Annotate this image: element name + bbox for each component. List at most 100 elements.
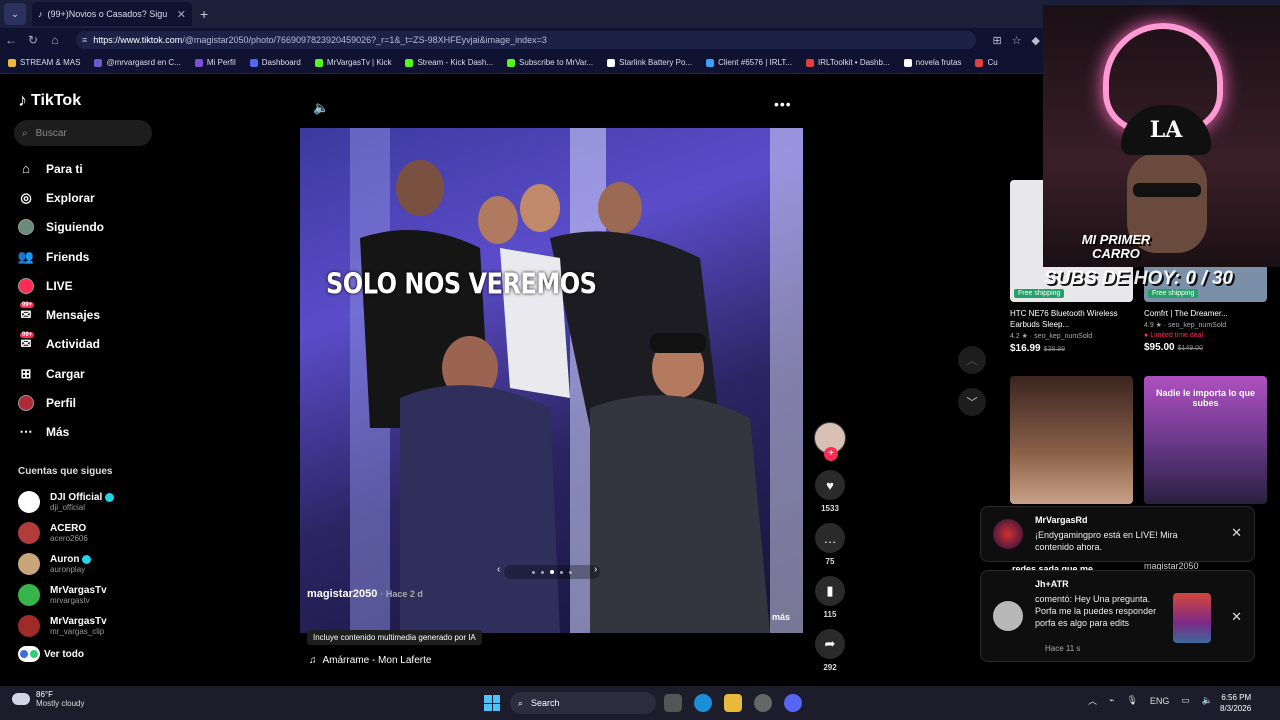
sidebar-item-live[interactable]: LIVE xyxy=(18,271,104,300)
sidebar-item-perfil[interactable]: Perfil xyxy=(18,388,104,417)
taskbar-clock[interactable]: 6:56 PM 8/3/2026 xyxy=(1220,692,1251,714)
tiktok-logo[interactable]: ♪ TikTok xyxy=(18,90,81,111)
following-account[interactable]: Auron auronplay xyxy=(18,548,114,579)
carousel-dot[interactable] xyxy=(569,570,572,574)
next-post-chevron-down-icon[interactable]: ﹀ xyxy=(958,388,986,416)
bookmark-item[interactable]: STREAM & MAS xyxy=(8,58,80,67)
mic-icon[interactable]: 🎙 xyxy=(1126,695,1137,706)
task-view-icon[interactable] xyxy=(664,694,682,712)
bookmark-favicon-icon xyxy=(706,58,715,67)
account-avatar xyxy=(18,521,40,544)
volume-icon[interactable]: 🔈 xyxy=(1202,695,1213,706)
back-icon[interactable]: ← xyxy=(0,33,22,47)
group-photo-illustration xyxy=(350,128,803,633)
tray-expand-chevron-icon[interactable]: ︿ xyxy=(1088,694,1097,707)
more-text-link[interactable]: más xyxy=(772,612,790,622)
carousel-dot[interactable] xyxy=(550,570,554,574)
bookmark-item[interactable]: IRLToolkit • Dashb... xyxy=(806,58,890,67)
like-count: 1533 xyxy=(821,504,839,513)
discord-icon[interactable] xyxy=(784,694,802,712)
favorite-star-icon[interactable]: ☆ xyxy=(1012,34,1022,47)
bookmark-icon[interactable]: ▮ xyxy=(815,576,845,606)
see-all-label: Ver todo xyxy=(44,648,85,660)
post-author[interactable]: magistar2050 · Hace 2 d xyxy=(307,588,423,600)
carousel-dot[interactable] xyxy=(541,570,544,574)
author-name[interactable]: magistar2050 xyxy=(307,588,377,600)
display-icon[interactable]: ▭ xyxy=(1181,695,1190,706)
extension-icon[interactable]: ◆ xyxy=(1032,34,1040,47)
video-thumbnail: Nadie le importa lo que subes xyxy=(1144,376,1267,504)
live-notification[interactable]: MrVargasRd ¡Endygamingpro está en LIVE! … xyxy=(980,506,1255,562)
app-available-icon[interactable]: ⊞ xyxy=(992,34,1001,47)
comment-notification[interactable]: Jh+ATR comentó: Hey Una pregunta. Porfa … xyxy=(980,570,1255,662)
carousel-prev-icon[interactable]: ‹ xyxy=(497,564,500,575)
comment-icon[interactable]: … xyxy=(815,523,845,553)
edge-browser-icon[interactable] xyxy=(694,694,712,712)
sidebar-item-siguiendo[interactable]: Siguiendo xyxy=(18,213,104,242)
bookmark-item[interactable]: Cu xyxy=(975,58,998,67)
bookmark-item[interactable]: Mi Perfil xyxy=(194,58,236,67)
share-arrow-icon[interactable]: ➦ xyxy=(815,629,845,659)
bookmark-item[interactable]: Subscribe to MrVar... xyxy=(507,58,593,67)
site-info-icon[interactable]: ≡ xyxy=(82,35,87,45)
bookmark-favicon-icon xyxy=(507,58,516,67)
like-heart-icon[interactable]: ♥ xyxy=(815,470,845,500)
new-tab-button[interactable]: + xyxy=(200,6,208,22)
sidebar-item-más[interactable]: ⋯ Más xyxy=(18,418,104,447)
sidebar-item-para-ti[interactable]: ⌂ Para ti xyxy=(18,154,104,183)
bookmark-item[interactable]: Client #6576 | IRLT... xyxy=(706,58,792,67)
post-photo[interactable]: SOLO NOS VEREMOS ‹ › más xyxy=(300,128,803,633)
video-card[interactable] xyxy=(1010,376,1133,504)
account-name: MrVargasTv xyxy=(50,615,107,627)
account-avatar xyxy=(18,490,40,513)
sidebar-item-actividad[interactable]: ✉ 99+ Actividad xyxy=(18,330,104,359)
carousel-dot[interactable] xyxy=(560,570,563,574)
weather-widget[interactable]: 86°F Mostly cloudy xyxy=(12,690,84,708)
bookmark-favicon-icon xyxy=(249,58,258,67)
home-icon[interactable]: ⌂ xyxy=(44,33,66,47)
bookmark-label: Starlink Battery Po... xyxy=(619,58,693,67)
video-card[interactable]: Nadie le importa lo que subes xyxy=(1144,376,1267,504)
follow-plus-icon[interactable]: + xyxy=(824,447,838,461)
carousel-next-icon[interactable]: › xyxy=(594,564,597,575)
post-time: · Hace 2 d xyxy=(380,589,423,599)
notification-close-icon[interactable]: ✕ xyxy=(1231,525,1242,541)
previous-post-chevron-up-icon[interactable]: ︿ xyxy=(958,346,986,374)
volume-icon[interactable]: 🔈 xyxy=(313,100,329,116)
bookmark-item[interactable]: Stream - Kick Dash... xyxy=(405,58,493,67)
sidebar-item-mensajes[interactable]: ✉ 99+ Mensajes xyxy=(18,300,104,329)
sidebar-item-cargar[interactable]: ⊞ Cargar xyxy=(18,359,104,388)
browser-tab[interactable]: ♪ (99+)Novios o Casados? Sigu ✕ xyxy=(32,2,192,26)
notification-close-icon[interactable]: ✕ xyxy=(1231,609,1242,625)
bookmark-item[interactable]: Starlink Battery Po... xyxy=(607,58,692,67)
taskbar-search[interactable]: ⌕ Search xyxy=(510,692,656,714)
file-explorer-icon[interactable] xyxy=(724,694,742,712)
sidebar-item-friends[interactable]: 👥 Friends xyxy=(18,242,104,271)
bookmark-favicon-icon xyxy=(903,58,912,67)
bookmark-item[interactable]: MrVargasTv | Kick xyxy=(314,58,391,67)
following-account[interactable]: MrVargasTv mrvargastv xyxy=(18,579,114,610)
language-indicator[interactable]: ENG xyxy=(1150,696,1170,706)
tab-close-icon[interactable]: ✕ xyxy=(177,8,186,21)
carousel-dot[interactable] xyxy=(532,570,535,574)
settings-gear-icon[interactable] xyxy=(754,694,772,712)
bookmark-item[interactable]: Dashboard xyxy=(249,58,301,67)
music-link[interactable]: ♫ Amárrame - Mon Laferte xyxy=(309,655,431,666)
following-account[interactable]: MrVargasTv mr_vargas_clip xyxy=(18,610,114,641)
following-account[interactable]: ACERO acero2606 xyxy=(18,517,114,548)
see-all-link[interactable]: Ver todo xyxy=(18,646,84,662)
account-avatar xyxy=(18,614,40,637)
more-options-icon[interactable]: ••• xyxy=(774,96,792,112)
author-avatar[interactable]: + xyxy=(814,422,846,461)
bookmark-item[interactable]: @mrvargasrd en C... xyxy=(94,58,181,67)
sidebar-item-label: Perfil xyxy=(46,396,77,411)
tab-list-button[interactable]: ⌄ xyxy=(4,3,26,25)
start-windows-icon[interactable] xyxy=(484,695,500,711)
following-account[interactable]: DJI Official dji_official xyxy=(18,486,115,517)
url-field[interactable]: ≡ https://www.tiktok.com/@magistar2050/p… xyxy=(76,31,976,49)
bookmark-item[interactable]: novela frutas xyxy=(903,58,961,67)
network-icon[interactable]: ⌁ xyxy=(1109,695,1114,706)
reload-icon[interactable]: ↻ xyxy=(22,33,44,47)
search-input[interactable]: ⌕ Buscar xyxy=(14,120,152,146)
sidebar-item-explorar[interactable]: ◎ Explorar xyxy=(18,183,104,212)
